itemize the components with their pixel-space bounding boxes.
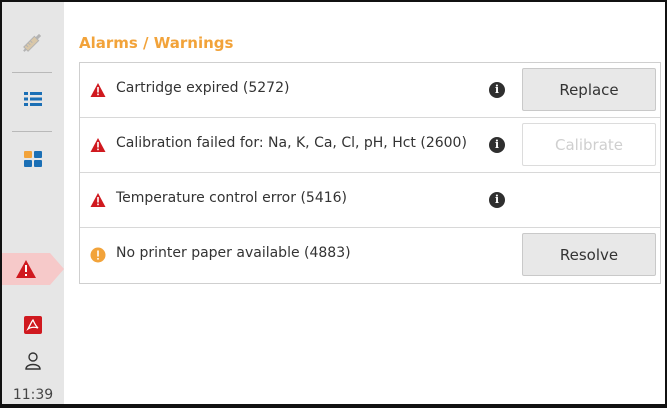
syringe-icon [23,33,42,52]
alarm-message: Calibration failed for: Na, K, Ca, Cl, p… [116,135,467,151]
list-icon [24,92,42,106]
sidebar-separator [12,131,52,132]
sidebar-item-alarms[interactable] [2,253,50,285]
clock-time: 11:39 [12,387,54,403]
alarm-message: No printer paper available (4883) [116,245,351,261]
sidebar: 11:39 [2,2,64,404]
alarm-row: No printer paper available (4883) Resolv… [80,228,660,283]
grid-icon [24,151,42,167]
alarm-row: Calibration failed for: Na, K, Ca, Cl, p… [80,118,660,173]
replace-button[interactable]: Replace [522,68,656,111]
warning-circle-icon [90,247,106,263]
alarm-message: Cartridge expired (5272) [116,80,290,96]
info-icon[interactable]: i [489,137,505,153]
error-triangle-icon [90,193,106,207]
user-icon [25,352,41,370]
alert-icon [16,260,36,278]
error-triangle-icon [90,83,106,97]
error-triangle-icon [90,138,106,152]
screen-frame: 11:39 Alarms / Warnings Cartridge expire… [0,0,667,408]
resolve-button[interactable]: Resolve [522,233,656,276]
calibrate-button[interactable]: Calibrate [522,123,656,166]
sidebar-separator [12,72,52,73]
sidebar-item-list[interactable] [2,84,64,114]
sidebar-item-pdf[interactable] [2,312,64,338]
alarm-row: Temperature control error (5416) i [80,173,660,228]
page-title: Alarms / Warnings [79,34,234,52]
alarm-message: Temperature control error (5416) [116,190,348,206]
pdf-icon [24,316,42,334]
info-icon[interactable]: i [489,82,505,98]
sidebar-item-user[interactable] [2,348,64,374]
info-icon[interactable]: i [489,192,505,208]
alarms-table: Cartridge expired (5272) i Replace Calib… [79,62,661,284]
sidebar-item-grid[interactable] [2,144,64,174]
alarm-row: Cartridge expired (5272) i Replace [80,63,660,118]
sidebar-item-syringe[interactable] [2,24,64,60]
